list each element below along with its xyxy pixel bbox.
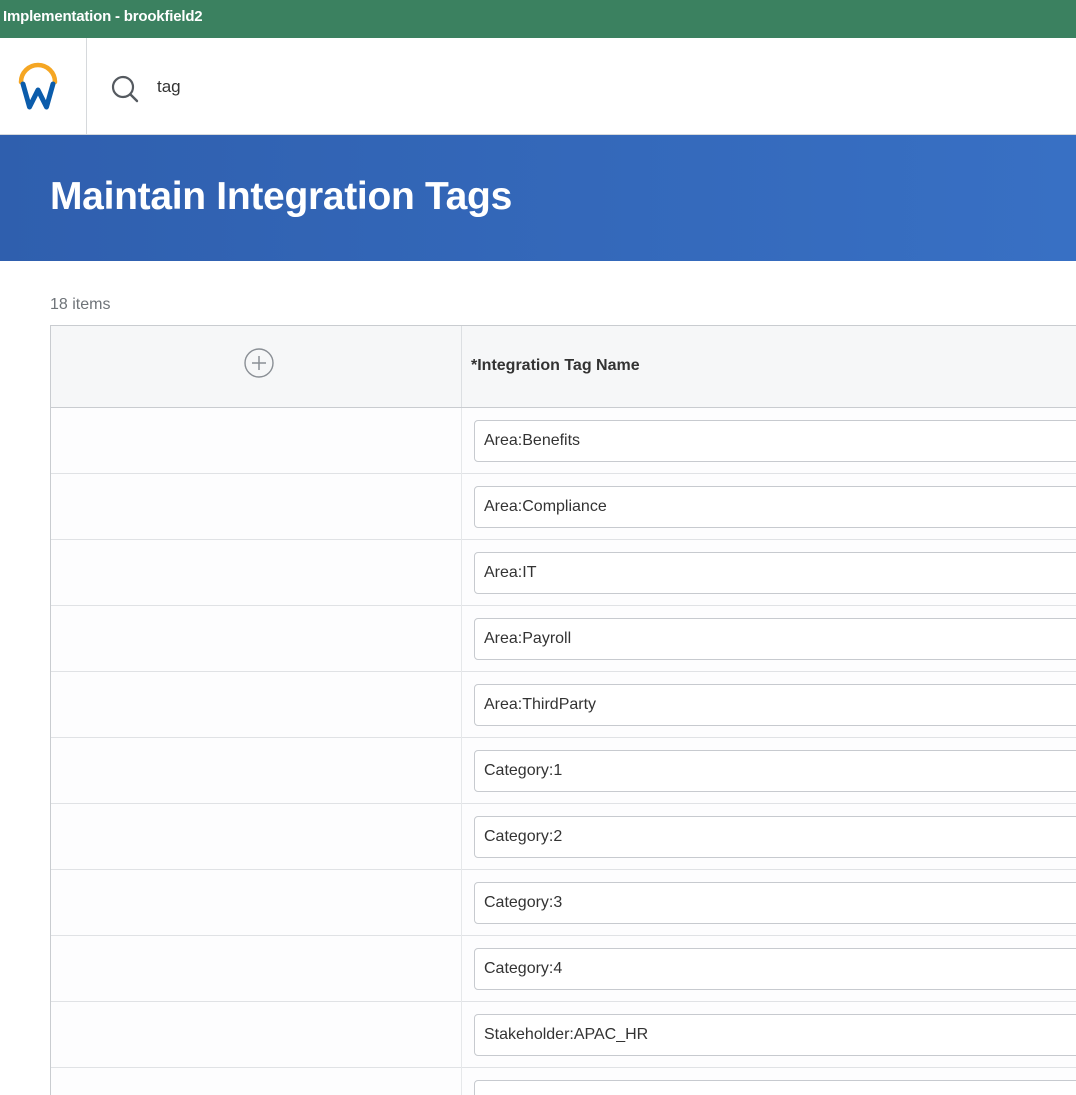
add-row-cell (51, 326, 462, 407)
table-row: Stakeholder:APAC_HR (51, 1002, 1076, 1068)
row-action-cell (51, 738, 462, 804)
grid-header: *Integration Tag Name (51, 326, 1076, 408)
integration-tag-name-field[interactable]: Area:Payroll (474, 618, 1076, 660)
top-navigation-bar: tag (0, 38, 1076, 135)
table-row: Category:1 (51, 738, 1076, 804)
integration-tag-name-field[interactable]: Stakeholder:APAC_HR (474, 1014, 1076, 1056)
integration-tag-name-field[interactable]: Area:Benefits (474, 420, 1076, 462)
integration-tag-name-field[interactable] (474, 1080, 1076, 1095)
table-row: Category:2 (51, 804, 1076, 870)
integration-tag-name-field[interactable]: Category:1 (474, 750, 1076, 792)
page-header-banner: Maintain Integration Tags (0, 135, 1076, 261)
integration-tag-name-field[interactable]: Area:IT (474, 552, 1076, 594)
row-action-cell (51, 672, 462, 738)
integration-tag-name-field[interactable]: Category:3 (474, 882, 1076, 924)
table-row: Category:4 (51, 936, 1076, 1002)
table-row (51, 1068, 1076, 1095)
grid-rows: Area:Benefits Area:Compliance Area:IT Area:… (51, 408, 1076, 1095)
home-logo-button[interactable] (0, 38, 87, 135)
table-row: Area:Compliance (51, 474, 1076, 540)
row-action-cell (51, 474, 462, 540)
environment-bar: Implementation - brookfield2 (0, 0, 1076, 38)
row-action-cell (51, 936, 462, 1002)
search-input[interactable]: tag (157, 77, 181, 97)
table-row: Area:Payroll (51, 606, 1076, 672)
integration-tag-name-field[interactable]: Area:Compliance (474, 486, 1076, 528)
page-title: Maintain Integration Tags (50, 175, 512, 218)
table-row: Area:IT (51, 540, 1076, 606)
row-action-cell (51, 606, 462, 672)
integration-tag-name-field[interactable]: Area:ThirdParty (474, 684, 1076, 726)
row-action-cell (51, 408, 462, 474)
search-icon[interactable] (110, 74, 140, 109)
workday-logo-icon (18, 62, 58, 110)
add-row-icon[interactable] (243, 347, 275, 384)
column-header-integration-tag-name: *Integration Tag Name (471, 357, 640, 374)
items-count: 18 items (50, 296, 111, 313)
row-action-cell (51, 870, 462, 936)
integration-tag-name-field[interactable]: Category:2 (474, 816, 1076, 858)
row-action-cell (51, 1068, 462, 1095)
table-row: Category:3 (51, 870, 1076, 936)
row-action-cell (51, 1002, 462, 1068)
table-row: Area:Benefits (51, 408, 1076, 474)
integration-tag-name-field[interactable]: Category:4 (474, 948, 1076, 990)
environment-title: Implementation - brookfield2 (3, 8, 203, 25)
row-action-cell (51, 540, 462, 606)
table-row: Area:ThirdParty (51, 672, 1076, 738)
row-action-cell (51, 804, 462, 870)
integration-tags-grid: *Integration Tag Name Area:Benefits Area:… (50, 325, 1076, 1095)
